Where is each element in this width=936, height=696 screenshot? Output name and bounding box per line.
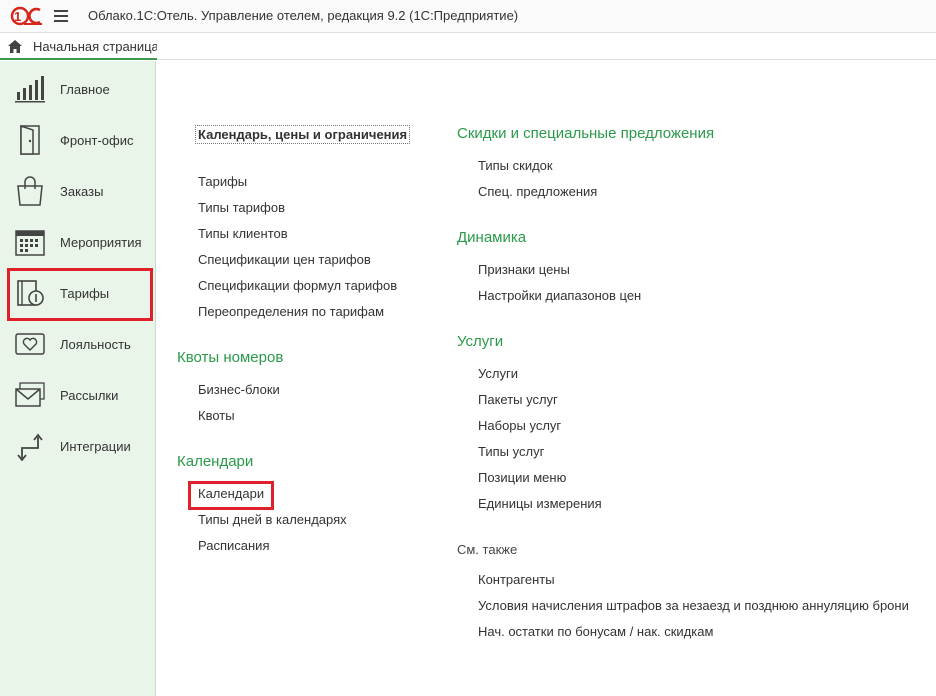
link-calendars[interactable]: Календари [198,486,264,501]
sidebar: Главное Фронт-офис Заказы Мероприятия Та… [0,61,156,696]
link-service-packages[interactable]: Пакеты услуг [478,392,558,407]
section-calendar-prices-head[interactable]: Календарь, цены и ограничения [195,125,411,144]
see-also-head: См. также [457,542,518,557]
sidebar-item-mailings[interactable]: Рассылки [0,370,156,421]
link-business-blocks[interactable]: Бизнес-блоки [198,382,280,397]
sidebar-item-orders[interactable]: Заказы [0,166,156,217]
svg-text:1: 1 [14,9,21,24]
sidebar-item-label: Мероприятия [60,235,142,250]
title-bar: 1 Облако.1С:Отель. Управление отелем, ре… [0,0,936,33]
sidebar-item-label: Заказы [60,184,104,199]
sidebar-item-events[interactable]: Мероприятия [0,217,156,268]
link-services[interactable]: Услуги [478,366,518,381]
link-calendar-day-types[interactable]: Типы дней в календарях [198,512,347,527]
section-services-head: Услуги [457,333,504,350]
sidebar-item-label: Главное [60,82,110,97]
link-schedules[interactable]: Расписания [198,538,269,553]
sidebar-item-label: Рассылки [60,388,119,403]
section-calendars-head: Календари [177,453,254,470]
envelope-icon [15,382,45,407]
sidebar-item-label: Лояльность [60,337,131,352]
link-menu-items[interactable]: Позиции меню [478,470,566,485]
sidebar-item-label: Интеграции [60,439,131,454]
sidebar-item-label: Тарифы [60,286,110,301]
tab-row: Начальная страница [0,34,936,60]
calendar-icon [15,230,45,256]
link-service-sets[interactable]: Наборы услуг [478,418,561,433]
home-icon [8,40,22,53]
section-discounts-head: Скидки и специальные предложения [457,125,715,142]
link-tariff-types[interactable]: Типы тарифов [198,200,285,215]
section-dynamics-head: Динамика [457,229,527,246]
link-tariff-overrides[interactable]: Переопределения по тарифам [198,304,384,319]
link-price-specs[interactable]: Спецификации цен тарифов [198,252,371,267]
link-quotas[interactable]: Квоты [198,408,235,423]
link-penalty-conditions[interactable]: Условия начисления штрафов за незаезд и … [478,598,909,613]
link-price-range-settings[interactable]: Настройки диапазонов цен [478,288,641,303]
link-counterparties[interactable]: Контрагенты [478,572,555,587]
main-panel: Календарь, цены и ограничения Тарифы Тип… [157,61,936,696]
heart-card-icon [15,333,45,355]
door-icon [20,125,40,155]
sidebar-item-main[interactable]: Главное [0,64,156,115]
link-formula-specs[interactable]: Спецификации формул тарифов [198,278,397,293]
section-quotas-head: Квоты номеров [177,349,284,366]
tab-home[interactable]: Начальная страница [0,34,157,60]
tariff-book-icon [17,280,44,306]
shopping-bag-icon [17,176,43,206]
1c-logo-icon: 1 [10,6,42,26]
tab-home-label: Начальная страница [33,39,157,54]
link-tariffs[interactable]: Тарифы [198,174,247,189]
menu-icon[interactable] [54,10,68,22]
link-price-signs[interactable]: Признаки цены [478,262,570,277]
sidebar-item-loyalty[interactable]: Лояльность [0,319,156,370]
link-bonus-balances[interactable]: Нач. остатки по бонусам / нак. скидкам [478,624,713,639]
sidebar-item-integrations[interactable]: Интеграции [0,421,156,472]
arrows-icon [17,433,43,461]
sidebar-item-front-office[interactable]: Фронт-офис [0,115,156,166]
link-discount-types[interactable]: Типы скидок [478,158,553,173]
link-special-offers[interactable]: Спец. предложения [478,184,597,199]
link-client-types[interactable]: Типы клиентов [198,226,288,241]
app-title: Облако.1С:Отель. Управление отелем, реда… [88,8,519,23]
sidebar-item-label: Фронт-офис [60,133,134,148]
link-units[interactable]: Единицы измерения [478,496,602,511]
link-service-types[interactable]: Типы услуг [478,444,544,459]
bar-chart-icon [15,76,45,103]
sidebar-item-tariffs[interactable]: Тарифы [0,268,156,319]
